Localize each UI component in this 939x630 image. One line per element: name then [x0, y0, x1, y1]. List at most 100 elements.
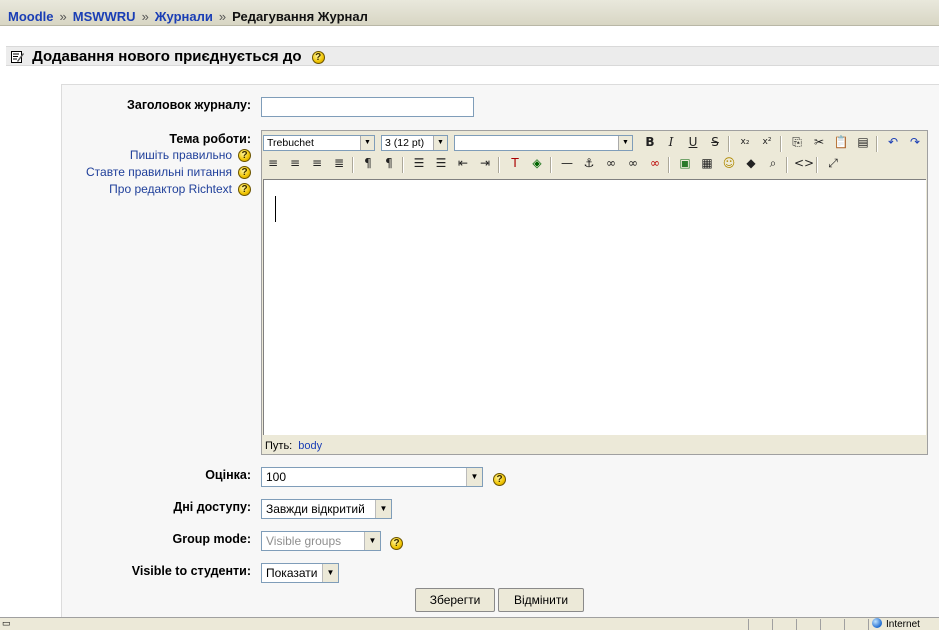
unordered-list-icon[interactable]: ☰ — [432, 154, 450, 172]
chevron-down-icon: ▼ — [433, 136, 447, 150]
underline-icon[interactable]: U — [684, 133, 702, 151]
help-icon[interactable]: ? — [238, 183, 251, 197]
toolbar-divider — [402, 157, 404, 173]
save-button[interactable]: Зберегти — [415, 588, 495, 612]
help-icon[interactable]: ? — [238, 166, 251, 180]
breadcrumb: Moodle » MSWWRU » Журнали » Редагування Журнал — [0, 0, 939, 26]
nolink-icon[interactable]: ∞ — [646, 154, 664, 172]
font-size-select[interactable]: 3 (12 pt) ▼ — [381, 135, 448, 151]
anchor-icon[interactable]: ⚓ — [580, 154, 598, 172]
outdent-icon[interactable]: ⇤ — [454, 154, 472, 172]
text-color-icon[interactable]: T — [506, 154, 524, 172]
edit-icon — [11, 51, 24, 63]
path-body-link[interactable]: body — [298, 440, 322, 452]
help-icon[interactable]: ? — [311, 50, 325, 64]
editor-toolbar-row-2: ≡ ≡ ≡ ≣ ¶ ¶ ☰ ☰ ⇤ ⇥ T ◈ — ⚓ ∞ ∞ ∞ ▣ ▦ ☺ … — [262, 154, 927, 176]
visible-label: Visible to студенти: — [131, 564, 251, 578]
journal-title-input[interactable] — [261, 97, 474, 117]
toolbar-divider — [780, 136, 782, 152]
status-cell — [868, 619, 869, 630]
days-select[interactable]: Завжди відкритий ▼ — [261, 499, 392, 519]
page-heading: Додавання нового приєднується до ? — [6, 46, 939, 66]
help-icon[interactable]: ? — [493, 473, 506, 486]
search-replace-icon[interactable]: ⌕ — [764, 154, 782, 172]
copy-icon[interactable]: ⎘ — [788, 133, 806, 151]
richtext-editor: Trebuchet ▼ 3 (12 pt) ▼ ▼ B I U S x₂ x² ⎘ … — [261, 130, 928, 455]
toolbar-divider — [786, 157, 788, 173]
status-cell — [796, 619, 797, 630]
page-icon: ▭ — [2, 618, 11, 628]
group-mode-label: Group mode: — [172, 532, 251, 546]
toolbar-divider — [498, 157, 500, 173]
help-link-richtext[interactable]: Про редактор Richtext? — [109, 182, 251, 197]
breadcrumb-link-journals[interactable]: Журнали — [155, 9, 213, 24]
cut-icon[interactable]: ✂ — [810, 133, 828, 151]
toolbar-divider — [550, 157, 552, 173]
chevron-down-icon: ▼ — [375, 500, 391, 518]
chevron-down-icon: ▼ — [360, 136, 374, 150]
visible-select[interactable]: Показати ▼ — [261, 563, 339, 583]
page-title: Додавання нового приєднується до — [32, 48, 302, 65]
paragraph-style-select[interactable]: ▼ — [454, 135, 633, 151]
subscript-icon[interactable]: x₂ — [736, 133, 754, 151]
editor-content-area[interactable] — [263, 179, 926, 435]
indent-icon[interactable]: ⇥ — [476, 154, 494, 172]
align-center-icon[interactable]: ≡ — [286, 154, 304, 172]
chevron-down-icon: ▼ — [364, 532, 380, 550]
path-label: Путь: — [265, 440, 293, 452]
help-link-ask-questions[interactable]: Ставте правильні питання? — [86, 165, 251, 180]
rtl-icon[interactable]: ¶ — [380, 154, 398, 172]
toolbar-divider — [816, 157, 818, 173]
bold-icon[interactable]: B — [641, 133, 659, 151]
title-label: Заголовок журналу: — [127, 98, 251, 112]
help-link-write-properly[interactable]: Пишіть правильно? — [130, 148, 251, 163]
smiley-icon[interactable]: ☺ — [720, 154, 738, 172]
html-source-icon[interactable]: <> — [794, 154, 814, 172]
status-bar: ▭ Internet — [0, 617, 939, 630]
cancel-button[interactable]: Відмінити — [498, 588, 584, 612]
status-cell — [844, 619, 845, 630]
align-left-icon[interactable]: ≡ — [264, 154, 282, 172]
special-char-icon[interactable]: ◆ — [742, 154, 760, 172]
chevron-down-icon: ▼ — [618, 136, 632, 150]
unlink-icon[interactable]: ∞ — [624, 154, 642, 172]
table-icon[interactable]: ▦ — [698, 154, 716, 172]
paste-icon[interactable]: 📋 — [832, 133, 850, 151]
italic-icon[interactable]: I — [662, 133, 680, 151]
toolbar-divider — [352, 157, 354, 173]
align-right-icon[interactable]: ≡ — [308, 154, 326, 172]
security-zone: Internet — [872, 618, 920, 630]
background-color-icon[interactable]: ◈ — [528, 154, 546, 172]
chevron-down-icon: ▼ — [322, 564, 338, 582]
toolbar-divider — [876, 136, 878, 152]
breadcrumb-separator: » — [141, 9, 149, 24]
ltr-icon[interactable]: ¶ — [359, 154, 377, 172]
breadcrumb-link-moodle[interactable]: Moodle — [8, 9, 54, 24]
fullscreen-icon[interactable]: ⤢ — [824, 154, 842, 172]
topic-label: Тема роботи: — [169, 132, 251, 146]
editor-path-bar: Путь: body — [262, 437, 927, 455]
link-icon[interactable]: ∞ — [602, 154, 620, 172]
image-icon[interactable]: ▣ — [676, 154, 694, 172]
toolbar-divider — [668, 157, 670, 173]
editor-toolbar-row-1: Trebuchet ▼ 3 (12 pt) ▼ ▼ B I U S x₂ x² ⎘ … — [262, 133, 927, 155]
status-cell — [748, 619, 749, 630]
font-family-select[interactable]: Trebuchet ▼ — [263, 135, 375, 151]
undo-icon[interactable]: ↶ — [884, 133, 902, 151]
days-label: Дні доступу: — [173, 500, 251, 514]
globe-icon — [872, 618, 882, 628]
text-caret — [275, 196, 276, 222]
align-justify-icon[interactable]: ≣ — [330, 154, 348, 172]
help-icon[interactable]: ? — [238, 149, 251, 163]
strikethrough-icon[interactable]: S — [706, 133, 724, 151]
breadcrumb-link-course[interactable]: MSWWRU — [73, 9, 136, 24]
ordered-list-icon[interactable]: ☰ — [410, 154, 428, 172]
grade-select[interactable]: 100 ▼ — [261, 467, 483, 487]
grade-label: Оцінка: — [205, 468, 251, 482]
toolbar-divider — [728, 136, 730, 152]
help-icon[interactable]: ? — [390, 537, 403, 550]
redo-icon[interactable]: ↷ — [906, 133, 924, 151]
paste-word-icon[interactable]: ▤ — [854, 133, 872, 151]
superscript-icon[interactable]: x² — [758, 133, 776, 151]
horizontal-rule-icon[interactable]: — — [558, 154, 576, 172]
